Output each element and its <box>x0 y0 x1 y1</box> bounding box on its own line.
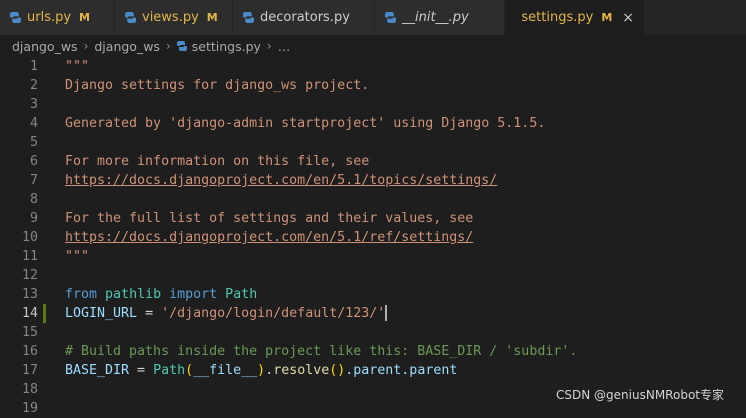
line-number: 13 <box>0 285 38 304</box>
variable: __file__ <box>193 363 257 378</box>
chevron-right-icon: › <box>84 39 89 53</box>
modified-badge: M <box>207 11 218 24</box>
code-line: 17 BASE_DIR = Path(__file__).resolve().p… <box>0 361 746 380</box>
docs-link[interactable]: https://docs.djangoproject.com/en/5.1/to… <box>65 171 497 190</box>
line-number: 11 <box>0 247 38 266</box>
tab-views-py[interactable]: views.py M <box>115 0 233 35</box>
python-file-icon <box>10 12 21 23</box>
tab-label: urls.py <box>27 10 71 25</box>
paren: ( <box>185 363 193 378</box>
breadcrumb-symbols[interactable]: … <box>278 39 291 54</box>
line-number: 17 <box>0 361 38 380</box>
paren: () <box>329 363 345 378</box>
line-number: 16 <box>0 342 38 361</box>
tab-label: decorators.py <box>260 10 350 25</box>
modified-gutter-marker <box>43 304 46 323</box>
code-text: LOGIN_URL = '/django/login/default/123/' <box>65 304 387 323</box>
variable: LOGIN_URL <box>65 306 137 321</box>
code-line: 12 <box>0 266 746 285</box>
python-file-icon <box>125 12 136 23</box>
attribute-chain: .parent.parent <box>345 363 457 378</box>
code-line: 10 https://docs.djangoproject.com/en/5.1… <box>0 228 746 247</box>
code-text: from pathlib import Path <box>65 285 257 304</box>
line-number: 18 <box>0 380 38 399</box>
text-cursor <box>385 305 387 321</box>
code-text: """ <box>65 57 89 76</box>
python-file-icon <box>177 41 187 51</box>
tab-init-py[interactable]: __init__.py <box>375 0 505 35</box>
line-number: 4 <box>0 114 38 133</box>
tab-decorators-py[interactable]: decorators.py <box>233 0 375 35</box>
chevron-right-icon: › <box>267 39 272 53</box>
breadcrumb-folder[interactable]: django_ws <box>12 39 78 54</box>
tab-label: settings.py <box>521 10 593 25</box>
tab-label: views.py <box>142 10 199 25</box>
code-text: BASE_DIR = Path(__file__).resolve().pare… <box>65 361 457 380</box>
line-number: 6 <box>0 152 38 171</box>
watermark-text: CSDN @geniusNMRobot专家 <box>556 386 724 403</box>
tab-settings-py[interactable]: settings.py M × <box>505 0 645 35</box>
operator: = <box>129 363 153 378</box>
code-text: For more information on this file, see <box>65 152 369 171</box>
code-line: 2 Django settings for django_ws project. <box>0 76 746 95</box>
code-line: 9 For the full list of settings and thei… <box>0 209 746 228</box>
class-name: Path <box>225 287 257 302</box>
code-line: 13 from pathlib import Path <box>0 285 746 304</box>
code-line: 16 # Build paths inside the project like… <box>0 342 746 361</box>
tab-label: __init__.py <box>402 10 469 25</box>
breadcrumb-folder[interactable]: django_ws <box>94 39 160 54</box>
code-text: For the full list of settings and their … <box>65 209 473 228</box>
paren: ) <box>257 363 265 378</box>
code-line: 3 <box>0 95 746 114</box>
line-number: 3 <box>0 95 38 114</box>
line-number: 15 <box>0 323 38 342</box>
dot: . <box>265 363 273 378</box>
line-number: 7 <box>0 171 38 190</box>
python-file-icon <box>243 12 254 23</box>
breadcrumb: django_ws › django_ws › settings.py › … <box>0 35 746 57</box>
line-number: 1 <box>0 57 38 76</box>
function-name: resolve <box>273 363 329 378</box>
code-line: 1 """ <box>0 57 746 76</box>
line-number: 14 <box>0 304 38 323</box>
keyword: import <box>169 287 217 302</box>
code-line: 4 Generated by 'django-admin startprojec… <box>0 114 746 133</box>
code-line: 6 For more information on this file, see <box>0 152 746 171</box>
chevron-right-icon: › <box>166 39 171 53</box>
line-number: 5 <box>0 133 38 152</box>
breadcrumb-file[interactable]: settings.py <box>192 39 261 54</box>
line-number: 2 <box>0 76 38 95</box>
code-text: Django settings for django_ws project. <box>65 76 369 95</box>
code-line: 8 <box>0 190 746 209</box>
docs-link[interactable]: https://docs.djangoproject.com/en/5.1/re… <box>65 228 473 247</box>
line-number: 8 <box>0 190 38 209</box>
python-file-icon <box>385 12 396 23</box>
line-number: 12 <box>0 266 38 285</box>
comment: # Build paths inside the project like th… <box>65 342 577 361</box>
close-icon[interactable]: × <box>622 10 634 26</box>
line-number: 10 <box>0 228 38 247</box>
line-number: 9 <box>0 209 38 228</box>
keyword: from <box>65 287 97 302</box>
code-line: 5 <box>0 133 746 152</box>
code-text: """ <box>65 247 89 266</box>
class-name: Path <box>153 363 185 378</box>
tab-urls-py[interactable]: urls.py M <box>0 0 115 35</box>
code-line: 11 """ <box>0 247 746 266</box>
operator: = <box>137 306 161 321</box>
module-name: pathlib <box>105 287 161 302</box>
code-editor[interactable]: 1 """ 2 Django settings for django_ws pr… <box>0 57 746 409</box>
modified-badge: M <box>79 11 90 24</box>
code-line: 15 <box>0 323 746 342</box>
editor-tab-bar: urls.py M views.py M decorators.py __ini… <box>0 0 746 35</box>
modified-badge: M <box>601 11 612 24</box>
string-literal: '/django/login/default/123/' <box>161 306 385 321</box>
code-line-current: 14 LOGIN_URL = '/django/login/default/12… <box>0 304 746 323</box>
code-text: Generated by 'django-admin startproject'… <box>65 114 545 133</box>
code-line: 7 https://docs.djangoproject.com/en/5.1/… <box>0 171 746 190</box>
variable: BASE_DIR <box>65 363 129 378</box>
